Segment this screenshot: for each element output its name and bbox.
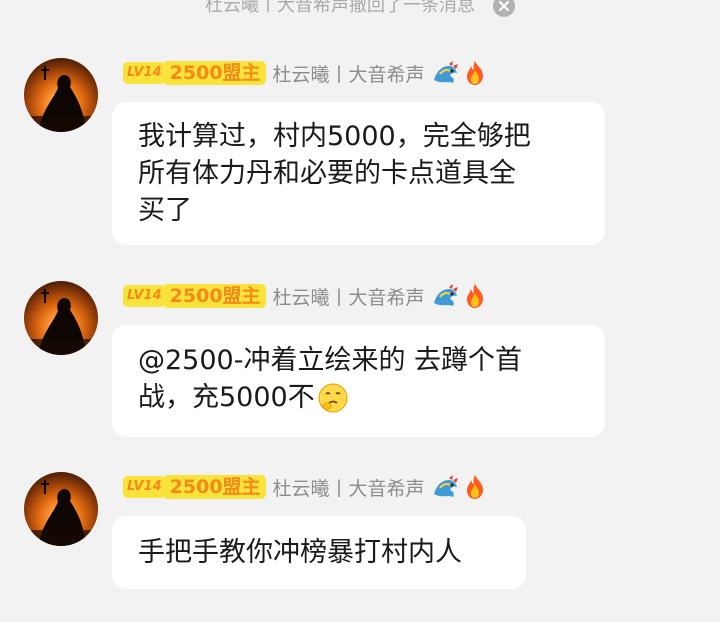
message-meta: LV14 2500盟主 杜云曦丨大音希声 bbox=[123, 282, 487, 310]
sender-name[interactable]: 杜云曦丨大音希声 bbox=[273, 283, 425, 310]
message-text-line: @2500-冲着立绘来的 去蹲个首 bbox=[138, 345, 523, 376]
sender-name[interactable]: 杜云曦丨大音希声 bbox=[273, 474, 425, 501]
avatar[interactable] bbox=[24, 472, 98, 546]
dragon-icon bbox=[433, 284, 458, 306]
fire-icon bbox=[466, 61, 483, 85]
thinking-face-emoji bbox=[318, 383, 348, 412]
message-text-line: 我计算过，村内5000，完全够把 bbox=[138, 121, 531, 152]
message-text: 战，充5000不 bbox=[138, 382, 315, 413]
recall-notice-text: 杜云曦丨大音希声撤回了一条消息 bbox=[205, 0, 475, 16]
level-badge: LV14 bbox=[123, 476, 166, 498]
message-text-line: 手把手教你冲榜暴打村内人 bbox=[138, 537, 462, 568]
fire-icon bbox=[466, 284, 483, 308]
message-bubble[interactable]: @2500-冲着立绘来的 去蹲个首 战，充5000不 bbox=[112, 325, 605, 437]
message-bubble[interactable]: 我计算过，村内5000，完全够把 所有体力丹和必要的卡点道具全 买了 bbox=[112, 102, 605, 245]
fire-icon bbox=[466, 475, 483, 499]
avatar[interactable] bbox=[24, 58, 98, 132]
avatar[interactable] bbox=[24, 281, 98, 355]
sender-name[interactable]: 杜云曦丨大音希声 bbox=[273, 60, 425, 87]
dragon-icon bbox=[433, 475, 458, 497]
message-text-line: 所有体力丹和必要的卡点道具全 bbox=[138, 158, 516, 189]
title-badge: 2500盟主 bbox=[164, 61, 266, 85]
title-badge: 2500盟主 bbox=[164, 475, 266, 499]
message-text-line: 买了 bbox=[138, 195, 192, 226]
message-text-line: 战，充5000不 bbox=[138, 379, 579, 416]
level-badge: LV14 bbox=[123, 285, 166, 307]
level-badge: LV14 bbox=[123, 62, 166, 84]
recall-notice: 杜云曦丨大音希声撤回了一条消息 bbox=[0, 0, 720, 22]
close-icon[interactable] bbox=[493, 0, 515, 17]
message-meta: LV14 2500盟主 杜云曦丨大音希声 bbox=[123, 59, 487, 87]
message-bubble[interactable]: 手把手教你冲榜暴打村内人 bbox=[112, 516, 526, 589]
dragon-icon bbox=[433, 61, 458, 83]
message-meta: LV14 2500盟主 杜云曦丨大音希声 bbox=[123, 473, 487, 501]
title-badge: 2500盟主 bbox=[164, 284, 266, 308]
